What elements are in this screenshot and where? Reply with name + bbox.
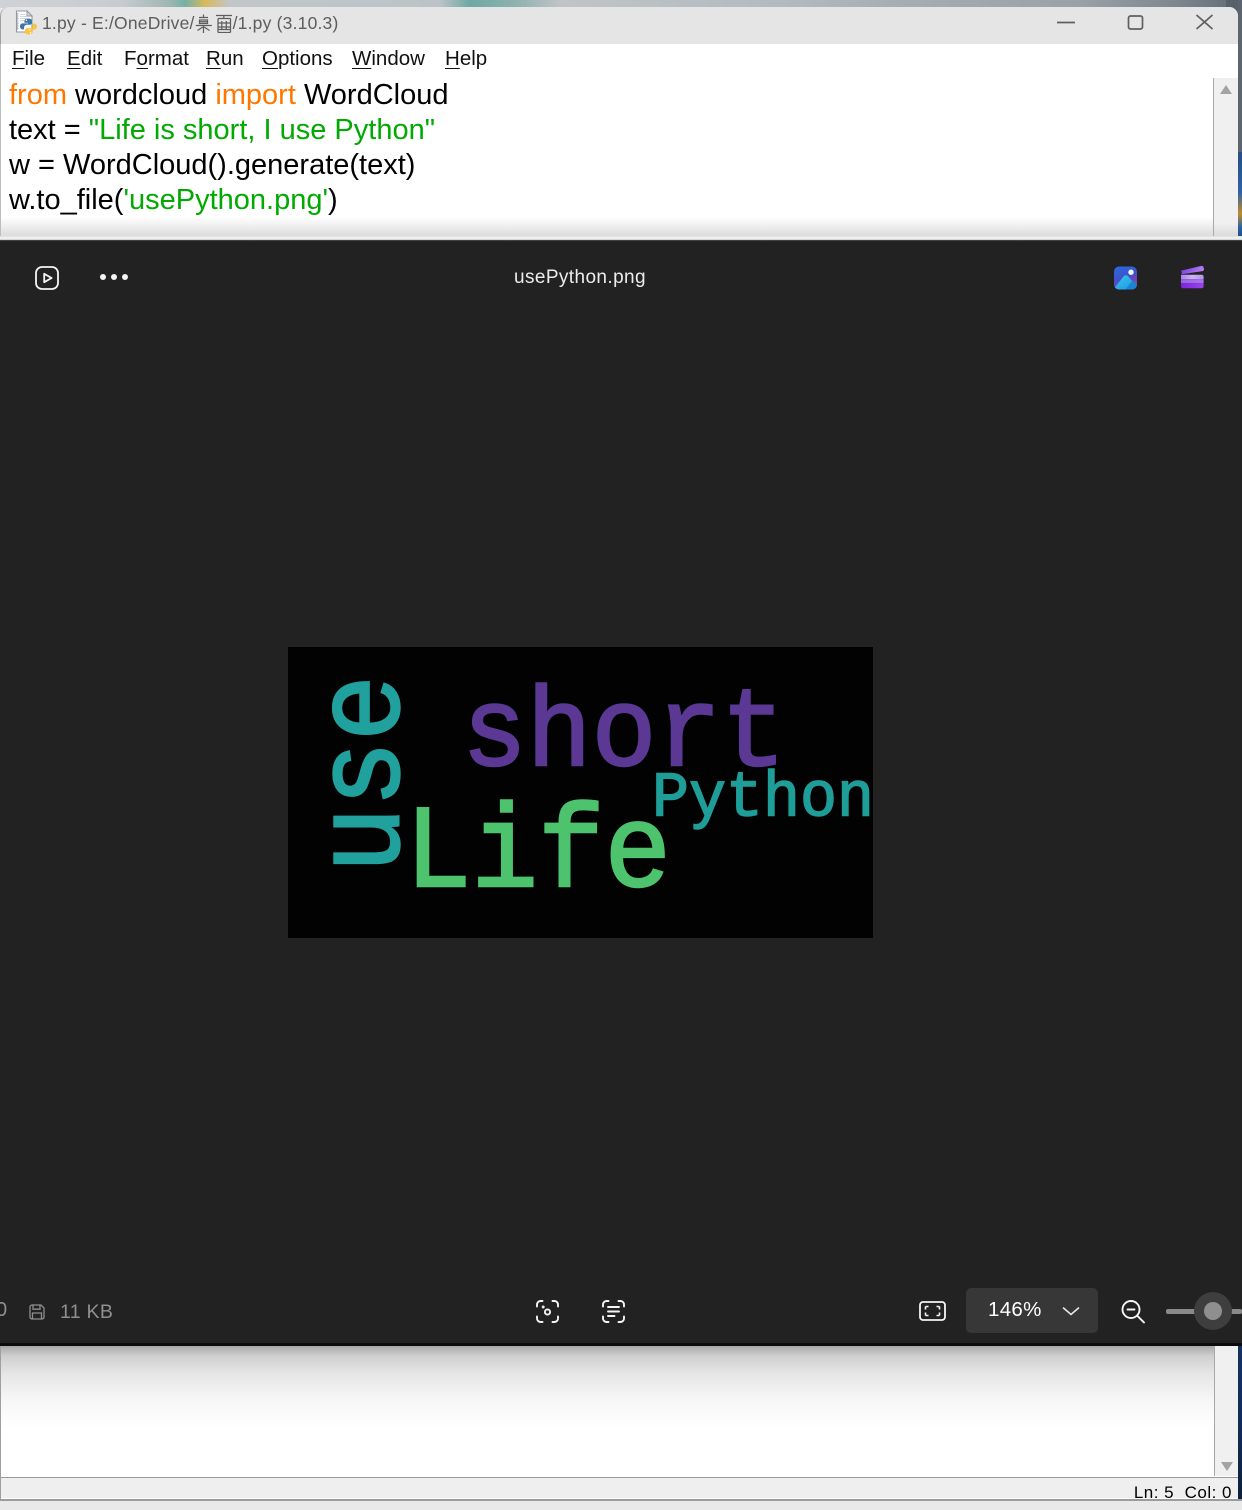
svg-text:Python: Python	[652, 764, 873, 836]
svg-text:use: use	[299, 675, 436, 873]
svg-text:Life: Life	[405, 789, 671, 922]
